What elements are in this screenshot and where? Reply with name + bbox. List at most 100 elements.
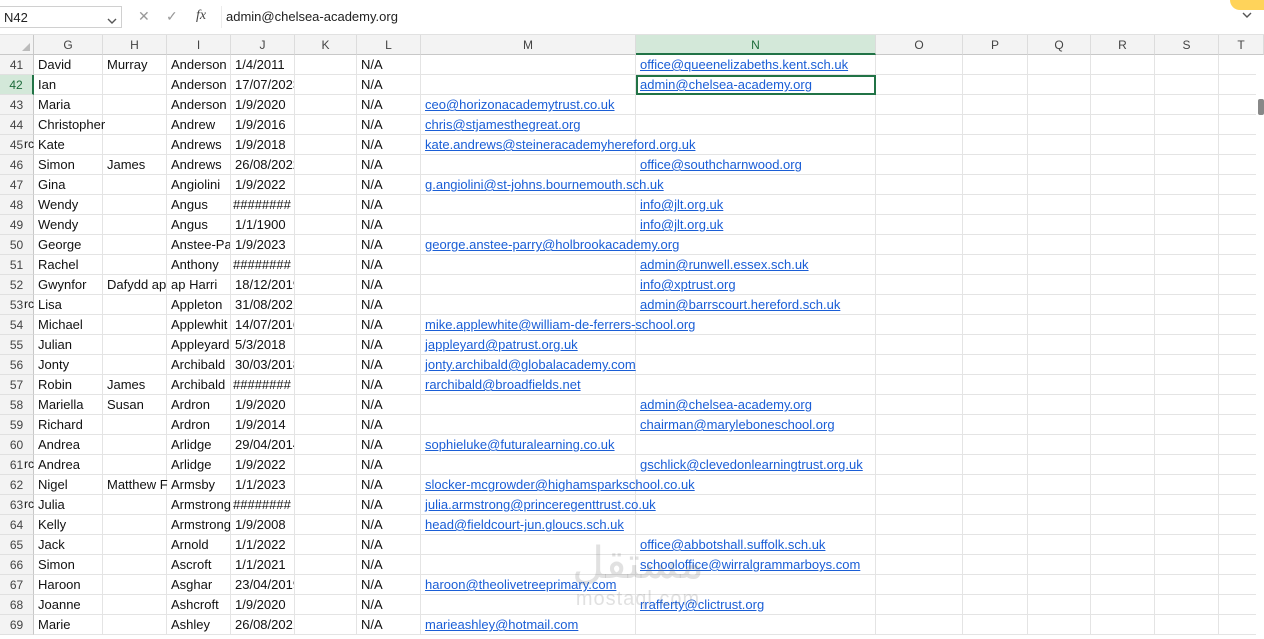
cell-h[interactable] bbox=[103, 195, 167, 215]
cell-o[interactable] bbox=[876, 375, 963, 395]
cell-r[interactable] bbox=[1091, 455, 1155, 475]
cell-l[interactable]: N/A bbox=[357, 435, 421, 455]
cell-k[interactable] bbox=[295, 415, 357, 435]
cell-o[interactable] bbox=[876, 515, 963, 535]
cell-h[interactable] bbox=[103, 95, 167, 115]
cell-n[interactable] bbox=[636, 575, 876, 595]
cell-q[interactable] bbox=[1028, 495, 1091, 515]
cell-i[interactable]: Ashley bbox=[167, 615, 231, 635]
cell-h[interactable] bbox=[103, 535, 167, 555]
cell-p[interactable] bbox=[963, 575, 1028, 595]
email-link[interactable]: admin@runwell.essex.sch.uk bbox=[636, 255, 876, 275]
cell-q[interactable] bbox=[1028, 435, 1091, 455]
cell-l[interactable]: N/A bbox=[357, 535, 421, 555]
cell-l[interactable]: N/A bbox=[357, 275, 421, 295]
cell-h[interactable] bbox=[103, 515, 167, 535]
cell-h[interactable]: James bbox=[103, 155, 167, 175]
cell-i[interactable]: Anstee-Pa bbox=[167, 235, 231, 255]
cell-q[interactable] bbox=[1028, 515, 1091, 535]
cell-o[interactable] bbox=[876, 275, 963, 295]
cell-h[interactable] bbox=[103, 415, 167, 435]
cell-q[interactable] bbox=[1028, 595, 1091, 615]
cell-i[interactable]: Andrews bbox=[167, 135, 231, 155]
cell-g[interactable]: Mariella bbox=[34, 395, 103, 415]
column-header-i[interactable]: I bbox=[167, 35, 231, 55]
cell-s[interactable] bbox=[1155, 315, 1219, 335]
column-header-g[interactable]: G bbox=[34, 35, 103, 55]
cell-s[interactable] bbox=[1155, 155, 1219, 175]
cell-o[interactable] bbox=[876, 95, 963, 115]
cell-k[interactable] bbox=[295, 455, 357, 475]
close-icon[interactable]: ✕ bbox=[138, 8, 150, 25]
column-header-k[interactable]: K bbox=[295, 35, 357, 55]
cell-o[interactable] bbox=[876, 215, 963, 235]
cell-l[interactable]: N/A bbox=[357, 175, 421, 195]
cell-h[interactable] bbox=[103, 115, 167, 135]
cell-q[interactable] bbox=[1028, 175, 1091, 195]
cell-i[interactable]: Archibald bbox=[167, 375, 231, 395]
cell-p[interactable] bbox=[963, 55, 1028, 75]
cell-k[interactable] bbox=[295, 495, 357, 515]
email-link[interactable]: slocker-mcgrowder@highamsparkschool.co.u… bbox=[421, 475, 695, 495]
column-header-r[interactable]: R bbox=[1091, 35, 1155, 55]
cell-q[interactable] bbox=[1028, 155, 1091, 175]
cell-i[interactable]: Archibald bbox=[167, 355, 231, 375]
email-link[interactable]: ceo@horizonacademytrust.co.uk bbox=[421, 95, 636, 115]
cell-o[interactable] bbox=[876, 315, 963, 335]
cell-p[interactable] bbox=[963, 555, 1028, 575]
cell-l[interactable]: N/A bbox=[357, 615, 421, 635]
cell-i[interactable]: Ashcroft bbox=[167, 595, 231, 615]
cell-k[interactable] bbox=[295, 395, 357, 415]
cell-k[interactable] bbox=[295, 135, 357, 155]
email-link[interactable]: haroon@theolivetreeprimary.com bbox=[421, 575, 636, 595]
cell-i[interactable]: Anderson bbox=[167, 95, 231, 115]
cell-r[interactable] bbox=[1091, 555, 1155, 575]
cell-s[interactable] bbox=[1155, 255, 1219, 275]
cell-h[interactable] bbox=[103, 315, 167, 335]
cell-p[interactable] bbox=[963, 315, 1028, 335]
cell-i[interactable]: Asghar bbox=[167, 575, 231, 595]
row-header[interactable]: 54 bbox=[0, 315, 34, 335]
cell-m[interactable] bbox=[421, 55, 636, 75]
cell-m[interactable] bbox=[421, 215, 636, 235]
cell-o[interactable] bbox=[876, 135, 963, 155]
cell-p[interactable] bbox=[963, 615, 1028, 635]
cell-k[interactable] bbox=[295, 175, 357, 195]
cell-r[interactable] bbox=[1091, 495, 1155, 515]
cell-k[interactable] bbox=[295, 375, 357, 395]
cell-k[interactable] bbox=[295, 275, 357, 295]
cell-r[interactable] bbox=[1091, 355, 1155, 375]
cell-s[interactable] bbox=[1155, 555, 1219, 575]
cell-g[interactable]: Gwynfor bbox=[34, 275, 103, 295]
cell-g[interactable]: Kate bbox=[34, 135, 103, 155]
cell-p[interactable] bbox=[963, 475, 1028, 495]
row-header[interactable]: 65 bbox=[0, 535, 34, 555]
cell-g[interactable]: Andrea bbox=[34, 455, 103, 475]
cell-l[interactable]: N/A bbox=[357, 195, 421, 215]
cell-j[interactable]: 1/9/2020 bbox=[231, 395, 295, 415]
row-header[interactable]: 66 bbox=[0, 555, 34, 575]
cell-g[interactable]: Simon bbox=[34, 555, 103, 575]
email-link[interactable]: mike.applewhite@william-de-ferrers-schoo… bbox=[421, 315, 695, 335]
cell-o[interactable] bbox=[876, 595, 963, 615]
cell-l[interactable]: N/A bbox=[357, 155, 421, 175]
cell-n[interactable] bbox=[636, 315, 876, 335]
cell-j[interactable]: 1/9/2022 bbox=[231, 175, 295, 195]
cell-k[interactable] bbox=[295, 75, 357, 95]
cell-j[interactable]: ######## bbox=[231, 375, 295, 395]
cell-r[interactable] bbox=[1091, 315, 1155, 335]
cell-i[interactable]: Arlidge bbox=[167, 455, 231, 475]
cell-g[interactable]: Rachel bbox=[34, 255, 103, 275]
email-link[interactable]: info@xptrust.org bbox=[636, 275, 876, 295]
cell-p[interactable] bbox=[963, 95, 1028, 115]
cell-q[interactable] bbox=[1028, 275, 1091, 295]
cell-o[interactable] bbox=[876, 615, 963, 635]
cell-s[interactable] bbox=[1155, 495, 1219, 515]
cell-j[interactable]: ######## bbox=[231, 495, 295, 515]
cell-h[interactable]: James bbox=[103, 375, 167, 395]
row-header[interactable]: 46 bbox=[0, 155, 34, 175]
cell-q[interactable] bbox=[1028, 315, 1091, 335]
email-link[interactable]: office@abbotshall.suffolk.sch.uk bbox=[636, 535, 876, 555]
cell-p[interactable] bbox=[963, 75, 1028, 95]
email-link[interactable]: schooloffice@wirralgrammarboys.com bbox=[636, 555, 876, 575]
